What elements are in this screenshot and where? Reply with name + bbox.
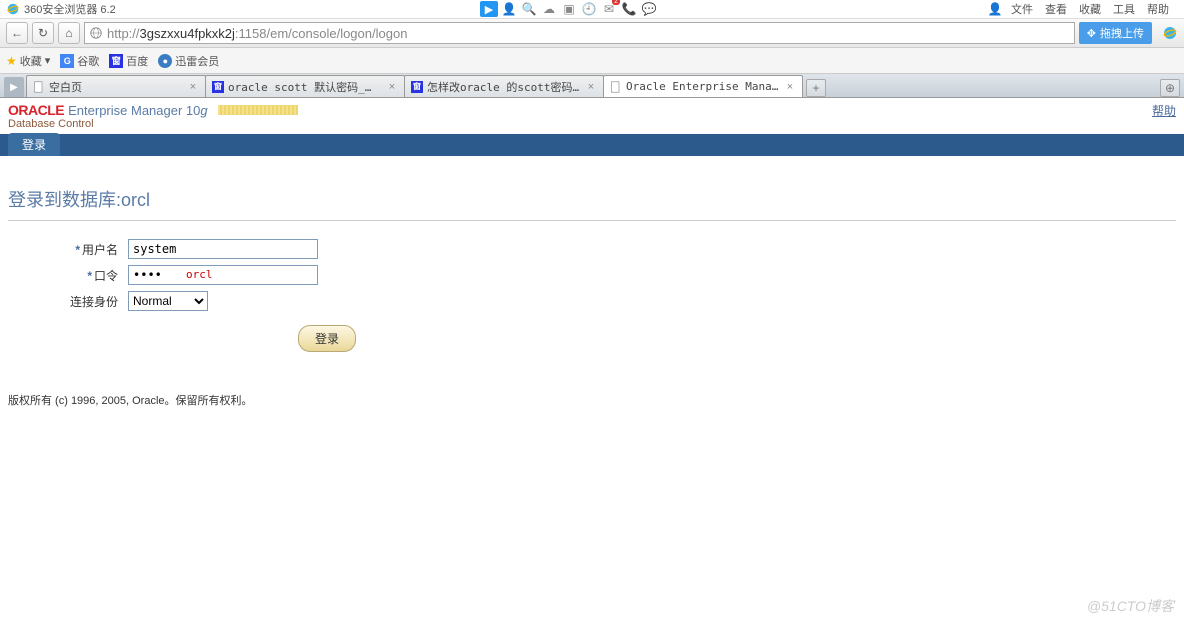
- baidu-icon: 窗: [109, 54, 123, 68]
- ie-logo-icon: [6, 2, 20, 16]
- tab-close-icon[interactable]: ×: [784, 81, 796, 93]
- role-label: 连接身份: [28, 293, 128, 310]
- drag-upload-button[interactable]: ✥ 拖拽上传: [1079, 22, 1152, 44]
- gallery-icon[interactable]: ▣: [560, 0, 578, 18]
- tab-blank[interactable]: 空白页 ×: [26, 75, 206, 97]
- top-right-menu: 👤 文件 查看 收藏 工具 帮助: [986, 0, 1184, 18]
- video-icon[interactable]: ▶: [480, 1, 498, 17]
- oracle-em-page: ORACLE Enterprise Manager 10g Database C…: [0, 98, 1184, 418]
- google-icon: G: [60, 54, 74, 68]
- bookmark-xunlei[interactable]: ● 迅雷会员: [158, 53, 219, 69]
- favorites-button[interactable]: ★ 收藏 ▾: [6, 53, 50, 69]
- phone-icon[interactable]: 📞: [620, 0, 638, 18]
- menu-favorites[interactable]: 收藏: [1074, 1, 1106, 17]
- chat-icon[interactable]: 💬: [640, 0, 658, 18]
- star-icon: ★: [6, 54, 17, 68]
- blank-page-icon: [33, 81, 45, 93]
- top-center-icons: ▶ 👤 🔍 ☁ ▣ 🕘 ✉2 📞 💬: [480, 0, 658, 18]
- site-identity-icon[interactable]: [89, 26, 103, 40]
- header-stripe: [218, 105, 298, 115]
- mail-icon[interactable]: ✉2: [600, 0, 618, 18]
- clock-icon[interactable]: 🕘: [580, 0, 598, 18]
- blank-page-icon: [610, 81, 622, 93]
- home-button[interactable]: ⌂: [58, 22, 80, 44]
- upload-label: 拖拽上传: [1100, 25, 1144, 41]
- ie-mode-icon[interactable]: [1162, 25, 1178, 41]
- em-subtitle: Database Control: [8, 118, 298, 130]
- window-title: 360安全浏览器 6.2: [24, 1, 116, 17]
- baidu-favicon-icon: 窗: [212, 81, 224, 93]
- new-tab-button[interactable]: +: [806, 79, 826, 97]
- login-form: *用户名 *口令 orcl 连接身份 Normal 登录: [28, 239, 1176, 352]
- user-icon[interactable]: 👤: [500, 0, 518, 18]
- refresh-button[interactable]: ↻: [32, 22, 54, 44]
- login-heading: 登录到数据库:orcl: [8, 186, 1176, 221]
- em-content: 登录到数据库:orcl *用户名 *口令 orcl 连接身份 Normal: [0, 156, 1184, 362]
- em-nav-bar: 登录: [0, 134, 1184, 156]
- em-footer: 版权所有 (c) 1996, 2005, Oracle。保留所有权利。: [0, 362, 1184, 418]
- password-input[interactable]: [128, 265, 318, 285]
- tab-history-button[interactable]: ▶: [4, 77, 24, 97]
- mail-badge: 2: [612, 0, 620, 5]
- menu-tools[interactable]: 工具: [1108, 1, 1140, 17]
- bookmark-google[interactable]: G 谷歌: [60, 53, 99, 69]
- login-nav-tab[interactable]: 登录: [8, 133, 60, 156]
- watermark: @51CTO博客: [1087, 596, 1174, 616]
- help-link[interactable]: 帮助: [1152, 102, 1176, 119]
- em-header: ORACLE Enterprise Manager 10g Database C…: [0, 98, 1184, 130]
- oracle-logo: ORACLE: [8, 102, 64, 118]
- username-input[interactable]: [128, 239, 318, 259]
- bookmarks-bar: ★ 收藏 ▾ G 谷歌 窗 百度 ● 迅雷会员: [0, 48, 1184, 74]
- tab-close-icon[interactable]: ×: [386, 81, 398, 93]
- account-icon[interactable]: 👤: [986, 0, 1004, 18]
- xunlei-icon: ●: [158, 54, 172, 68]
- restore-tab-button[interactable]: ⊕: [1160, 79, 1180, 97]
- tab-scott-password[interactable]: 窗 oracle scott 默认密码_百度搜 ×: [205, 75, 405, 97]
- url-text[interactable]: http://3gszxxu4fpkxk2j:1158/em/console/l…: [107, 26, 1070, 41]
- tab-oracle-em[interactable]: Oracle Enterprise Manager ×: [603, 75, 803, 97]
- menu-view[interactable]: 查看: [1040, 1, 1072, 17]
- role-select[interactable]: Normal: [128, 291, 208, 311]
- em-title: Enterprise Manager 10g: [68, 103, 207, 118]
- tab-close-icon[interactable]: ×: [187, 81, 199, 93]
- baidu-favicon-icon: 窗: [411, 81, 423, 93]
- bookmark-baidu[interactable]: 窗 百度: [109, 53, 148, 69]
- menu-file[interactable]: 文件: [1006, 1, 1038, 17]
- login-button[interactable]: 登录: [298, 325, 356, 352]
- tab-close-icon[interactable]: ×: [585, 81, 597, 93]
- search-icon[interactable]: 🔍: [520, 0, 538, 18]
- upload-icon: ✥: [1087, 27, 1096, 40]
- back-button[interactable]: ←: [6, 22, 28, 44]
- password-label: *口令: [28, 267, 128, 284]
- address-bar-row: ← ↻ ⌂ http://3gszxxu4fpkxk2j:1158/em/con…: [0, 18, 1184, 48]
- username-label: *用户名: [28, 241, 128, 258]
- tabs-row: ▶ 空白页 × 窗 oracle scott 默认密码_百度搜 × 窗 怎样改o…: [0, 74, 1184, 98]
- tab-change-scott[interactable]: 窗 怎样改oracle 的scott密码为默 ×: [404, 75, 604, 97]
- address-input[interactable]: http://3gszxxu4fpkxk2j:1158/em/console/l…: [84, 22, 1075, 44]
- menu-help[interactable]: 帮助: [1142, 1, 1174, 17]
- cloud-icon[interactable]: ☁: [540, 0, 558, 18]
